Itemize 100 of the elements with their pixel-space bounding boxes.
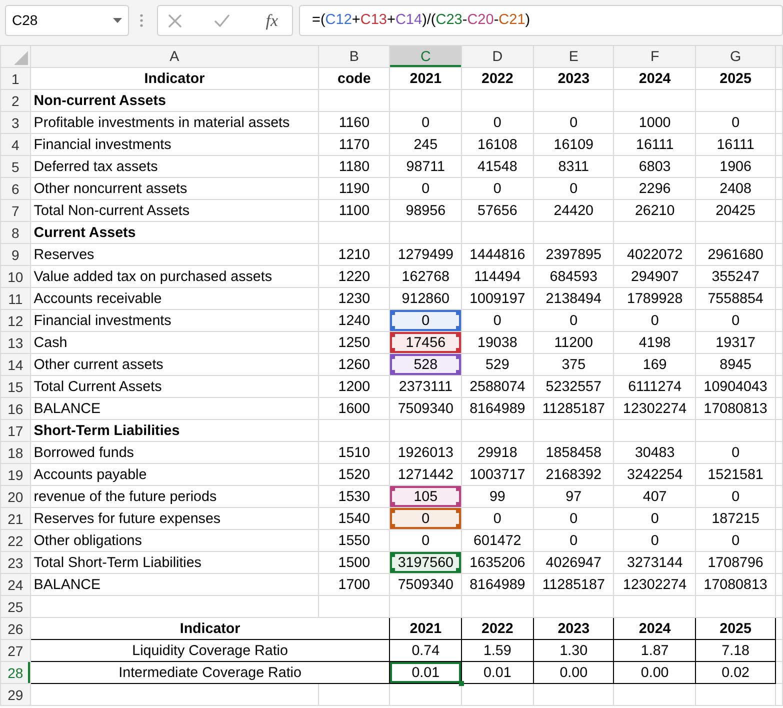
section-heading: Non-current Assets [30, 90, 319, 112]
table-cell: 1789928 [614, 288, 696, 310]
name-box[interactable]: C28 [5, 5, 129, 36]
checkmark-icon[interactable] [214, 14, 230, 27]
row-header[interactable]: 15 [0, 376, 30, 398]
formula-field[interactable]: =(C12+C13+C14)/(C23-C20-C21) [299, 5, 783, 36]
row-header[interactable]: 1 [0, 68, 30, 90]
column-heading: 2021 [390, 68, 462, 90]
table-cell: 12302274 [614, 574, 696, 596]
column-heading: 2024 [614, 618, 696, 640]
table-cell: 0 [533, 178, 614, 200]
table-cell: 10904043 [696, 376, 776, 398]
row-header[interactable]: 26 [0, 618, 30, 640]
row-header[interactable]: 22 [0, 530, 30, 552]
table-cell: 11285187 [533, 574, 614, 596]
row-label: Total Current Assets [30, 376, 319, 398]
row-header[interactable]: 16 [0, 398, 30, 420]
table-cell: 187215 [696, 508, 776, 530]
formula-operator: - [462, 10, 468, 30]
table-cell: 19038 [462, 332, 534, 354]
column-heading: 2021 [390, 618, 462, 640]
row-label: Profitable investments in material assets [30, 112, 319, 134]
table-cell: 1540 [318, 508, 390, 530]
column-header[interactable]: C [390, 46, 462, 68]
column-header[interactable]: E [533, 46, 614, 68]
row-header[interactable]: 11 [0, 288, 30, 310]
row-header[interactable]: 29 [0, 684, 30, 706]
table-cell: 2168392 [533, 464, 614, 486]
row-header[interactable]: 2 [0, 90, 30, 112]
cell-reference: C28 [12, 11, 38, 30]
drag-handle-icon[interactable] [140, 14, 142, 27]
column-header[interactable]: G [696, 46, 776, 68]
insert-function-button[interactable]: fx [262, 8, 282, 34]
row-header[interactable]: 21 [0, 508, 30, 530]
table-cell: 2961680 [696, 244, 776, 266]
table-cell: 4198 [614, 332, 696, 354]
table-cell: 16108 [462, 134, 534, 156]
row-header[interactable]: 5 [0, 156, 30, 178]
column-header[interactable]: B [318, 46, 390, 68]
table-cell: 0 [390, 508, 462, 530]
row-header[interactable]: 28 [0, 662, 30, 684]
row-header[interactable]: 14 [0, 354, 30, 376]
row-header[interactable]: 7 [0, 200, 30, 222]
column-header[interactable]: F [614, 46, 696, 68]
cell-reference: C23 [436, 10, 462, 30]
row-label: BALANCE [30, 574, 319, 596]
select-all-icon[interactable] [14, 51, 28, 65]
column-heading: Indicator [30, 618, 390, 640]
table-cell: 0 [462, 178, 534, 200]
table-cell: 57656 [462, 200, 534, 222]
table-cell: 1444816 [462, 244, 534, 266]
row-label: Value added tax on purchased assets [30, 266, 319, 288]
formula-operator: - [494, 10, 499, 30]
row-header[interactable]: 20 [0, 486, 30, 508]
row-header[interactable]: 19 [0, 464, 30, 486]
table-cell: 1510 [318, 442, 390, 464]
table-cell: 1271442 [390, 464, 462, 486]
table-cell: 169 [614, 354, 696, 376]
row-header[interactable]: 18 [0, 442, 30, 464]
table-cell: 8164989 [462, 574, 534, 596]
table-cell: 912860 [390, 288, 462, 310]
close-icon[interactable] [168, 14, 182, 28]
row-header[interactable]: 4 [0, 134, 30, 156]
table-cell: 1260 [318, 354, 390, 376]
table-cell: 114494 [462, 266, 534, 288]
row-header[interactable]: 27 [0, 640, 30, 662]
table-cell: 1600 [318, 398, 390, 420]
table-cell: 1.30 [533, 640, 614, 662]
row-header[interactable]: 9 [0, 244, 30, 266]
row-header[interactable]: 10 [0, 266, 30, 288]
table-cell: 0 [533, 112, 614, 134]
row-header[interactable]: 24 [0, 574, 30, 596]
row-header[interactable]: 12 [0, 310, 30, 332]
row-header[interactable]: 8 [0, 222, 30, 244]
caret-icon[interactable] [113, 18, 122, 23]
table-cell: 0 [696, 310, 776, 332]
table-cell: 0 [390, 530, 462, 552]
table-cell: 1240 [318, 310, 390, 332]
table-cell: 1000 [614, 112, 696, 134]
table-cell: 529 [462, 354, 534, 376]
table-cell: 8311 [533, 156, 614, 178]
table-cell: 1230 [318, 288, 390, 310]
column-header[interactable]: D [462, 46, 534, 68]
row-header[interactable]: 6 [0, 178, 30, 200]
row-header[interactable]: 3 [0, 112, 30, 134]
table-cell: 245 [390, 134, 462, 156]
table-cell: 1250 [318, 332, 390, 354]
table-cell: 0 [533, 530, 614, 552]
column-header[interactable]: A [30, 46, 319, 68]
table-cell: 0 [614, 508, 696, 530]
row-header[interactable]: 25 [0, 596, 30, 618]
row-header[interactable]: 13 [0, 332, 30, 354]
table-cell: 2296 [614, 178, 696, 200]
table-cell: 11285187 [533, 398, 614, 420]
row-header[interactable]: 17 [0, 420, 30, 442]
cell-reference: C12 [325, 10, 352, 30]
table-cell: 1180 [318, 156, 390, 178]
table-cell: 2408 [696, 178, 776, 200]
cell-reference: C20 [467, 10, 494, 30]
row-header[interactable]: 23 [0, 552, 30, 574]
